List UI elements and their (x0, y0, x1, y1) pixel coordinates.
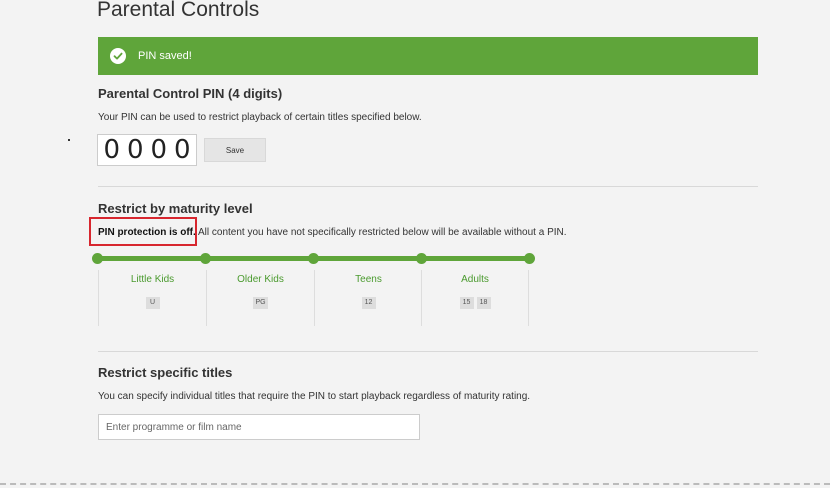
pin-digit[interactable]: 0 (127, 135, 144, 165)
maturity-slider-handle[interactable] (524, 253, 535, 264)
level-ratings: 15 18 (422, 297, 528, 309)
page-title: Parental Controls (97, 0, 260, 21)
maturity-slider-node[interactable] (92, 253, 103, 264)
level-ratings: PG (207, 297, 314, 309)
pin-digit[interactable]: 0 (103, 135, 120, 165)
maturity-level-adults[interactable]: Adults 15 18 (421, 270, 529, 326)
section-divider (98, 351, 758, 352)
maturity-slider-node[interactable] (200, 253, 211, 264)
save-button[interactable]: Save (204, 138, 266, 162)
stray-dot (68, 139, 70, 141)
maturity-level-little-kids[interactable]: Little Kids U (98, 270, 206, 326)
level-label: Little Kids (130, 274, 175, 285)
rating-badge: U (145, 297, 160, 309)
title-search-input[interactable] (98, 414, 420, 440)
pin-saved-banner: PIN saved! (98, 37, 758, 75)
checkmark-icon (110, 48, 126, 64)
pin-heading: Parental Control PIN (4 digits) (98, 86, 283, 101)
maturity-level-older-kids[interactable]: Older Kids PG (206, 270, 314, 326)
highlight-annotation-box (89, 217, 197, 246)
section-divider (98, 186, 758, 187)
banner-message: PIN saved! (138, 50, 192, 62)
maturity-heading: Restrict by maturity level (98, 201, 253, 216)
rating-badge: 12 (361, 297, 376, 309)
level-label: Teens (355, 274, 382, 285)
maturity-level-teens[interactable]: Teens 12 (314, 270, 422, 326)
maturity-slider-node[interactable] (308, 253, 319, 264)
level-label: Adults (461, 274, 489, 285)
pin-digit[interactable]: 0 (150, 135, 167, 165)
pin-description: Your PIN can be used to restrict playbac… (98, 112, 422, 123)
titles-heading: Restrict specific titles (98, 365, 233, 380)
rating-badge: 18 (476, 297, 491, 309)
rating-badge: 15 (459, 297, 474, 309)
level-ratings: U (99, 297, 206, 309)
pin-digit[interactable]: 0 (174, 135, 191, 165)
parental-controls-page: Parental Controls PIN saved! Parental Co… (0, 0, 830, 488)
level-ratings: 12 (315, 297, 422, 309)
pin-input[interactable]: 0 0 0 0 (97, 134, 197, 166)
level-label: Older Kids (237, 274, 284, 285)
maturity-slider-node[interactable] (416, 253, 427, 264)
titles-description: You can specify individual titles that r… (98, 391, 531, 402)
bottom-border (0, 483, 830, 485)
rating-badge: PG (253, 297, 268, 309)
pin-status-text: All content you have not specifically re… (195, 227, 567, 238)
